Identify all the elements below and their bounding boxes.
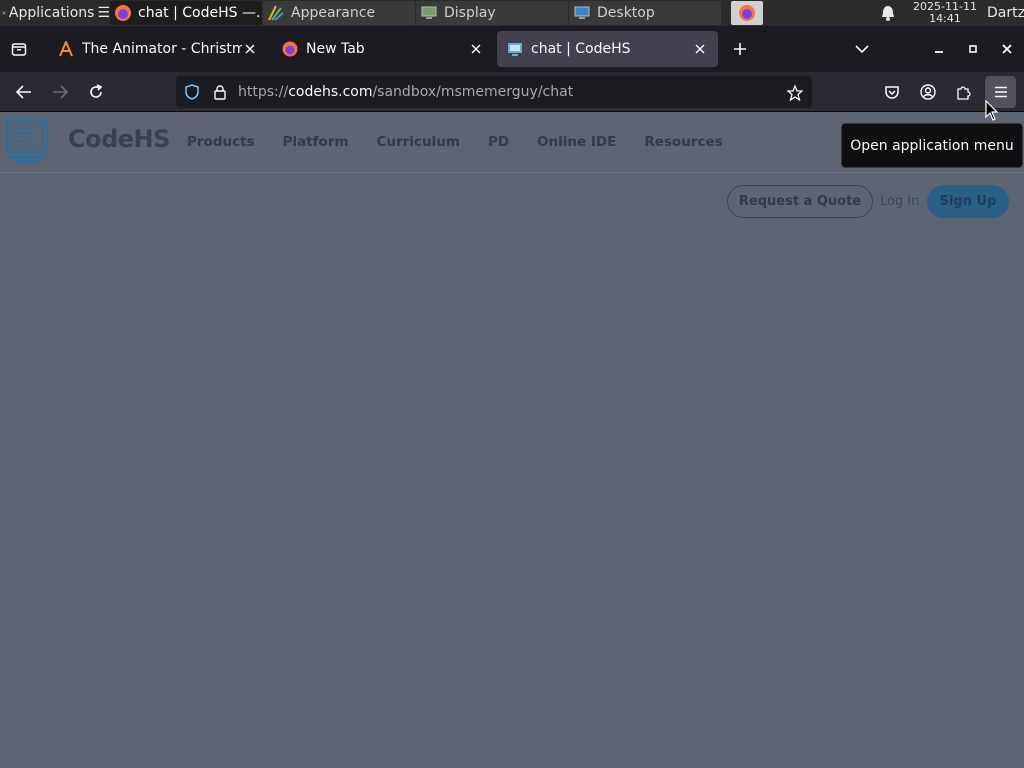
- bookmark-star-button[interactable]: [786, 84, 804, 102]
- url-domain: codehs.com: [288, 84, 373, 100]
- codehs-favicon-icon: [508, 43, 522, 56]
- hamburger-menu-icon: [994, 86, 1007, 98]
- close-window-button[interactable]: [996, 37, 1018, 61]
- nav-platform[interactable]: Platform: [283, 134, 349, 150]
- firefox-icon: [115, 5, 131, 21]
- nav-resources[interactable]: Resources: [644, 134, 722, 150]
- brand-name[interactable]: CodeHS: [68, 125, 170, 153]
- reload-icon: [90, 84, 103, 98]
- extensions-button[interactable]: [953, 80, 975, 104]
- tab-bar: The Animator - Christmas New Tab chat | …: [0, 26, 1024, 72]
- url-text[interactable]: https://codehs.com/sandbox/msmemerguy/ch…: [238, 76, 573, 108]
- lock-icon[interactable]: [212, 84, 228, 100]
- arrow-left-icon: [16, 85, 31, 99]
- tab-close-button[interactable]: [240, 39, 260, 59]
- taskbar-window-display[interactable]: Display: [416, 1, 568, 25]
- firefox-launcher-button[interactable]: [731, 1, 763, 25]
- taskbar-window-appearance[interactable]: Appearance: [263, 1, 415, 25]
- url-prefix: https://: [238, 84, 289, 100]
- display-icon: [421, 6, 437, 19]
- maximize-icon: [969, 45, 977, 53]
- desktop-icon: [574, 6, 590, 19]
- firefox-view-button[interactable]: [6, 37, 32, 61]
- firefox-view-icon: [11, 43, 27, 56]
- applications-menu-button[interactable]: Applications ☰: [0, 0, 110, 26]
- chevron-down-icon: [855, 45, 869, 54]
- nav-curriculum[interactable]: Curriculum: [377, 134, 460, 150]
- pocket-icon: [885, 85, 899, 99]
- user-name[interactable]: Dartz: [987, 0, 1024, 26]
- account-icon: [920, 84, 936, 100]
- request-quote-button[interactable]: Request a Quote: [727, 185, 873, 218]
- list-all-tabs-button[interactable]: [850, 37, 874, 61]
- taskbar: Applications ☰ chat | CodeHS —... Appear…: [0, 0, 1024, 26]
- pocket-button[interactable]: [881, 80, 903, 104]
- nav-online-ide[interactable]: Online IDE: [537, 134, 616, 150]
- tab-title: The Animator - Christmas: [82, 41, 242, 57]
- star-icon: [787, 85, 803, 101]
- back-button[interactable]: [12, 80, 36, 104]
- tab-close-button[interactable]: [690, 39, 710, 59]
- close-icon: [245, 44, 255, 54]
- tab-title: New Tab: [306, 41, 365, 57]
- signup-button[interactable]: Sign Up: [927, 185, 1009, 218]
- clock[interactable]: 2025-11-11 14:41: [908, 1, 982, 25]
- codehs-logo-icon[interactable]: [6, 119, 48, 169]
- tab-close-button[interactable]: [466, 39, 486, 59]
- navigation-toolbar: https://codehs.com/sandbox/msmemerguy/ch…: [0, 72, 1024, 112]
- clock-time: 14:41: [929, 12, 961, 25]
- firefox-icon: [739, 5, 755, 21]
- firefox-icon: [282, 41, 298, 57]
- notifications-bell-icon[interactable]: [880, 4, 896, 26]
- new-tab-button[interactable]: [729, 37, 751, 61]
- xfce-logo-icon: [2, 11, 6, 15]
- close-icon: [471, 44, 481, 54]
- taskbar-window-desktop[interactable]: Desktop: [569, 1, 721, 25]
- nav-products[interactable]: Products: [187, 134, 255, 150]
- tab-chat-codehs[interactable]: chat | CodeHS: [497, 31, 718, 67]
- taskbar-window-label: Display: [444, 5, 496, 21]
- appearance-icon: [268, 5, 284, 21]
- applications-overflow-glyph: ☰: [97, 5, 110, 21]
- plus-icon: [734, 43, 746, 55]
- address-bar[interactable]: https://codehs.com/sandbox/msmemerguy/ch…: [176, 76, 812, 108]
- login-link[interactable]: Log In: [880, 194, 919, 209]
- taskbar-window-label: Desktop: [597, 5, 655, 21]
- url-path: /sandbox/msmemerguy/chat: [372, 84, 574, 100]
- close-icon: [1002, 44, 1012, 54]
- tab-title: chat | CodeHS: [531, 41, 631, 57]
- application-menu-tooltip: Open application menu: [841, 123, 1023, 168]
- mouse-cursor-icon: [985, 99, 999, 126]
- minimize-icon: [935, 51, 943, 53]
- nav-pd[interactable]: PD: [488, 134, 509, 150]
- taskbar-window-label: Appearance: [291, 5, 376, 21]
- taskbar-window-label: chat | CodeHS —...: [138, 5, 262, 21]
- animator-favicon-icon: [59, 41, 73, 57]
- minimize-button[interactable]: [928, 37, 950, 61]
- close-icon: [695, 44, 705, 54]
- tab-the-animator[interactable]: The Animator - Christmas: [48, 31, 268, 67]
- tab-new-tab[interactable]: New Tab: [272, 31, 494, 67]
- main-navigation: Products Platform Curriculum PD Online I…: [187, 134, 723, 150]
- reload-button[interactable]: [84, 80, 108, 104]
- account-button[interactable]: [917, 80, 939, 104]
- tracking-protection-shield-icon[interactable]: [184, 84, 200, 100]
- taskbar-window-chat[interactable]: chat | CodeHS —...: [110, 1, 262, 25]
- maximize-button[interactable]: [962, 37, 984, 61]
- puzzle-piece-icon: [957, 86, 971, 100]
- applications-label: Applications: [8, 5, 95, 21]
- arrow-right-icon: [53, 85, 68, 99]
- forward-button[interactable]: [48, 80, 72, 104]
- web-page: CodeHS Products Platform Curriculum PD O…: [0, 113, 1024, 768]
